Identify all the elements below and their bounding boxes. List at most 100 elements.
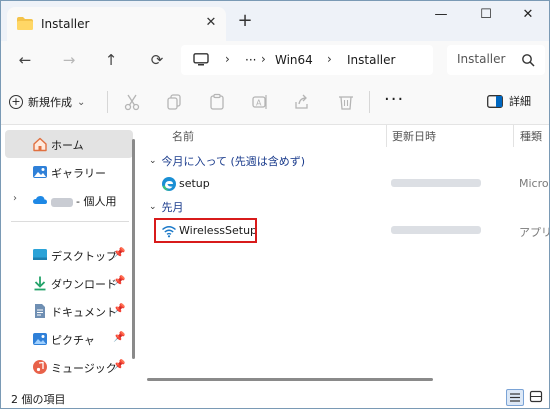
onedrive-icon — [33, 196, 47, 204]
column-header-date[interactable]: 更新日時 — [392, 128, 436, 150]
edge-icon — [162, 177, 176, 191]
sort-chevron-icon: ⌃ — [446, 125, 454, 141]
sidebar-item-music[interactable]: ミュージック 📌 — [5, 353, 133, 381]
home-icon — [33, 137, 47, 152]
pictures-icon — [33, 333, 47, 345]
breadcrumb-separator: › — [261, 52, 266, 66]
column-divider — [513, 125, 514, 147]
details-pane-button[interactable]: 詳細 — [487, 93, 531, 109]
breadcrumb-separator: › — [225, 52, 230, 66]
share-icon[interactable] — [293, 93, 311, 111]
paste-icon[interactable] — [208, 93, 226, 111]
sidebar-item-gallery[interactable]: ギャラリー — [5, 158, 133, 186]
item-count: 2 個の項目 — [11, 393, 66, 406]
pin-icon: 📌 — [113, 248, 126, 259]
file-type: Micros — [519, 177, 549, 190]
sidebar-item-home[interactable]: ホーム — [5, 130, 133, 158]
desktop-icon — [33, 249, 47, 260]
search-box[interactable] — [447, 45, 545, 75]
address-bar[interactable]: › ··· › Win64 › Installer — [181, 45, 433, 75]
up-button[interactable]: ↑ — [101, 50, 121, 70]
column-divider — [386, 125, 387, 147]
redacted-date — [391, 226, 481, 234]
back-button[interactable]: ← — [15, 50, 35, 70]
rename-icon[interactable]: A — [251, 93, 269, 111]
more-options-button[interactable]: ··· — [384, 89, 404, 110]
details-view-button[interactable] — [506, 389, 524, 406]
documents-icon — [35, 304, 45, 318]
refresh-button[interactable]: ⟳ — [147, 50, 167, 70]
close-tab-icon[interactable]: ✕ — [203, 15, 219, 31]
sidebar-item-onedrive[interactable]: › - 個人用 — [5, 186, 133, 214]
search-input[interactable] — [457, 52, 517, 66]
breadcrumb-overflow[interactable]: ··· — [245, 53, 256, 67]
chevron-down-icon: ⌄ — [77, 96, 86, 108]
forward-button[interactable]: → — [59, 50, 79, 70]
group-header-last-month[interactable]: ⌄ 先月 — [149, 199, 184, 215]
redacted-date — [391, 179, 481, 187]
copy-icon[interactable] — [165, 93, 183, 111]
delete-icon[interactable] — [337, 93, 355, 111]
computer-icon — [193, 53, 209, 66]
column-header-name[interactable]: 名前 — [172, 128, 194, 150]
breadcrumb-win64[interactable]: Win64 — [275, 53, 313, 67]
chevron-down-icon: ⌄ — [149, 202, 157, 212]
list-view-icon — [510, 393, 520, 402]
svg-text:A: A — [256, 99, 262, 108]
column-header-type[interactable]: 種類 — [520, 128, 542, 150]
music-icon — [33, 360, 47, 374]
tiles-view-button[interactable] — [528, 389, 546, 406]
redacted-name — [51, 197, 73, 207]
details-pane-icon — [487, 94, 503, 108]
sidebar-item-label: ギャラリー — [51, 167, 106, 180]
sidebar-item-desktop[interactable]: デスクトップ 📌 — [5, 241, 133, 269]
plus-circle-icon: + — [9, 95, 23, 109]
address-row: ← → ↑ ⟳ › ··· › Win64 › Installer — [1, 41, 549, 79]
file-list: 名前 ⌃ 更新日時 種類 ⌄ 今月に入って (先週は含めず) setup Mic… — [141, 125, 549, 387]
new-button-label: 新規作成 — [28, 96, 72, 109]
file-row-setup[interactable]: setup Micros — [149, 173, 549, 195]
sidebar-item-label: ダウンロード — [51, 278, 117, 291]
tiles-view-icon — [529, 390, 543, 403]
pin-icon: 📌 — [113, 360, 126, 371]
sidebar-item-label: デスクトップ — [51, 250, 117, 263]
cut-icon[interactable] — [123, 93, 141, 111]
breadcrumb-installer[interactable]: Installer — [347, 53, 395, 67]
file-type: アプリケ — [519, 226, 549, 239]
divider — [369, 91, 370, 113]
expand-chevron-icon[interactable]: › — [13, 193, 17, 204]
group-label: 先月 — [161, 201, 184, 214]
tab-installer[interactable]: Installer ✕ — [7, 7, 226, 41]
sidebar-item-label: ミュージック — [51, 362, 117, 375]
sidebar-item-documents[interactable]: ドキュメント 📌 — [5, 297, 133, 325]
sidebar-item-pictures[interactable]: ピクチャ 📌 — [5, 325, 133, 353]
group-header-this-month[interactable]: ⌄ 今月に入って (先週は含めず) — [149, 153, 305, 169]
close-window-button[interactable]: ✕ — [513, 5, 543, 25]
tab-bar: Installer ✕ + — ☐ ✕ — [1, 1, 549, 41]
new-button[interactable]: + 新規作成 ⌄ — [9, 91, 85, 113]
new-tab-button[interactable]: + — [237, 12, 253, 30]
horizontal-scrollbar[interactable] — [147, 378, 433, 381]
minimize-button[interactable]: — — [426, 5, 456, 25]
pin-icon: 📌 — [113, 276, 126, 287]
download-icon — [34, 276, 46, 291]
pin-icon: 📌 — [113, 332, 126, 343]
pin-icon: 📌 — [113, 304, 126, 315]
sidebar-item-label: - 個人用 — [51, 193, 116, 209]
gallery-icon — [33, 166, 47, 178]
sidebar-item-label: ドキュメント — [51, 306, 117, 319]
sidebar-item-label: ピクチャ — [51, 334, 95, 347]
file-name: setup — [179, 177, 210, 190]
sidebar-item-downloads[interactable]: ダウンロード 📌 — [5, 269, 133, 297]
divider — [107, 91, 108, 113]
maximize-button[interactable]: ☐ — [471, 5, 501, 25]
details-label: 詳細 — [509, 95, 531, 108]
sidebar-scrollbar[interactable] — [132, 139, 135, 359]
divider — [11, 221, 129, 222]
search-icon — [522, 54, 535, 67]
sidebar-item-label: ホーム — [51, 139, 84, 152]
group-label: 今月に入って (先週は含めず) — [161, 155, 306, 168]
explorer-window: Installer ✕ + — ☐ ✕ ← → ↑ ⟳ › ··· › Win6… — [0, 0, 550, 409]
folder-icon — [17, 17, 33, 30]
status-bar: 2 個の項目 — [1, 387, 549, 408]
